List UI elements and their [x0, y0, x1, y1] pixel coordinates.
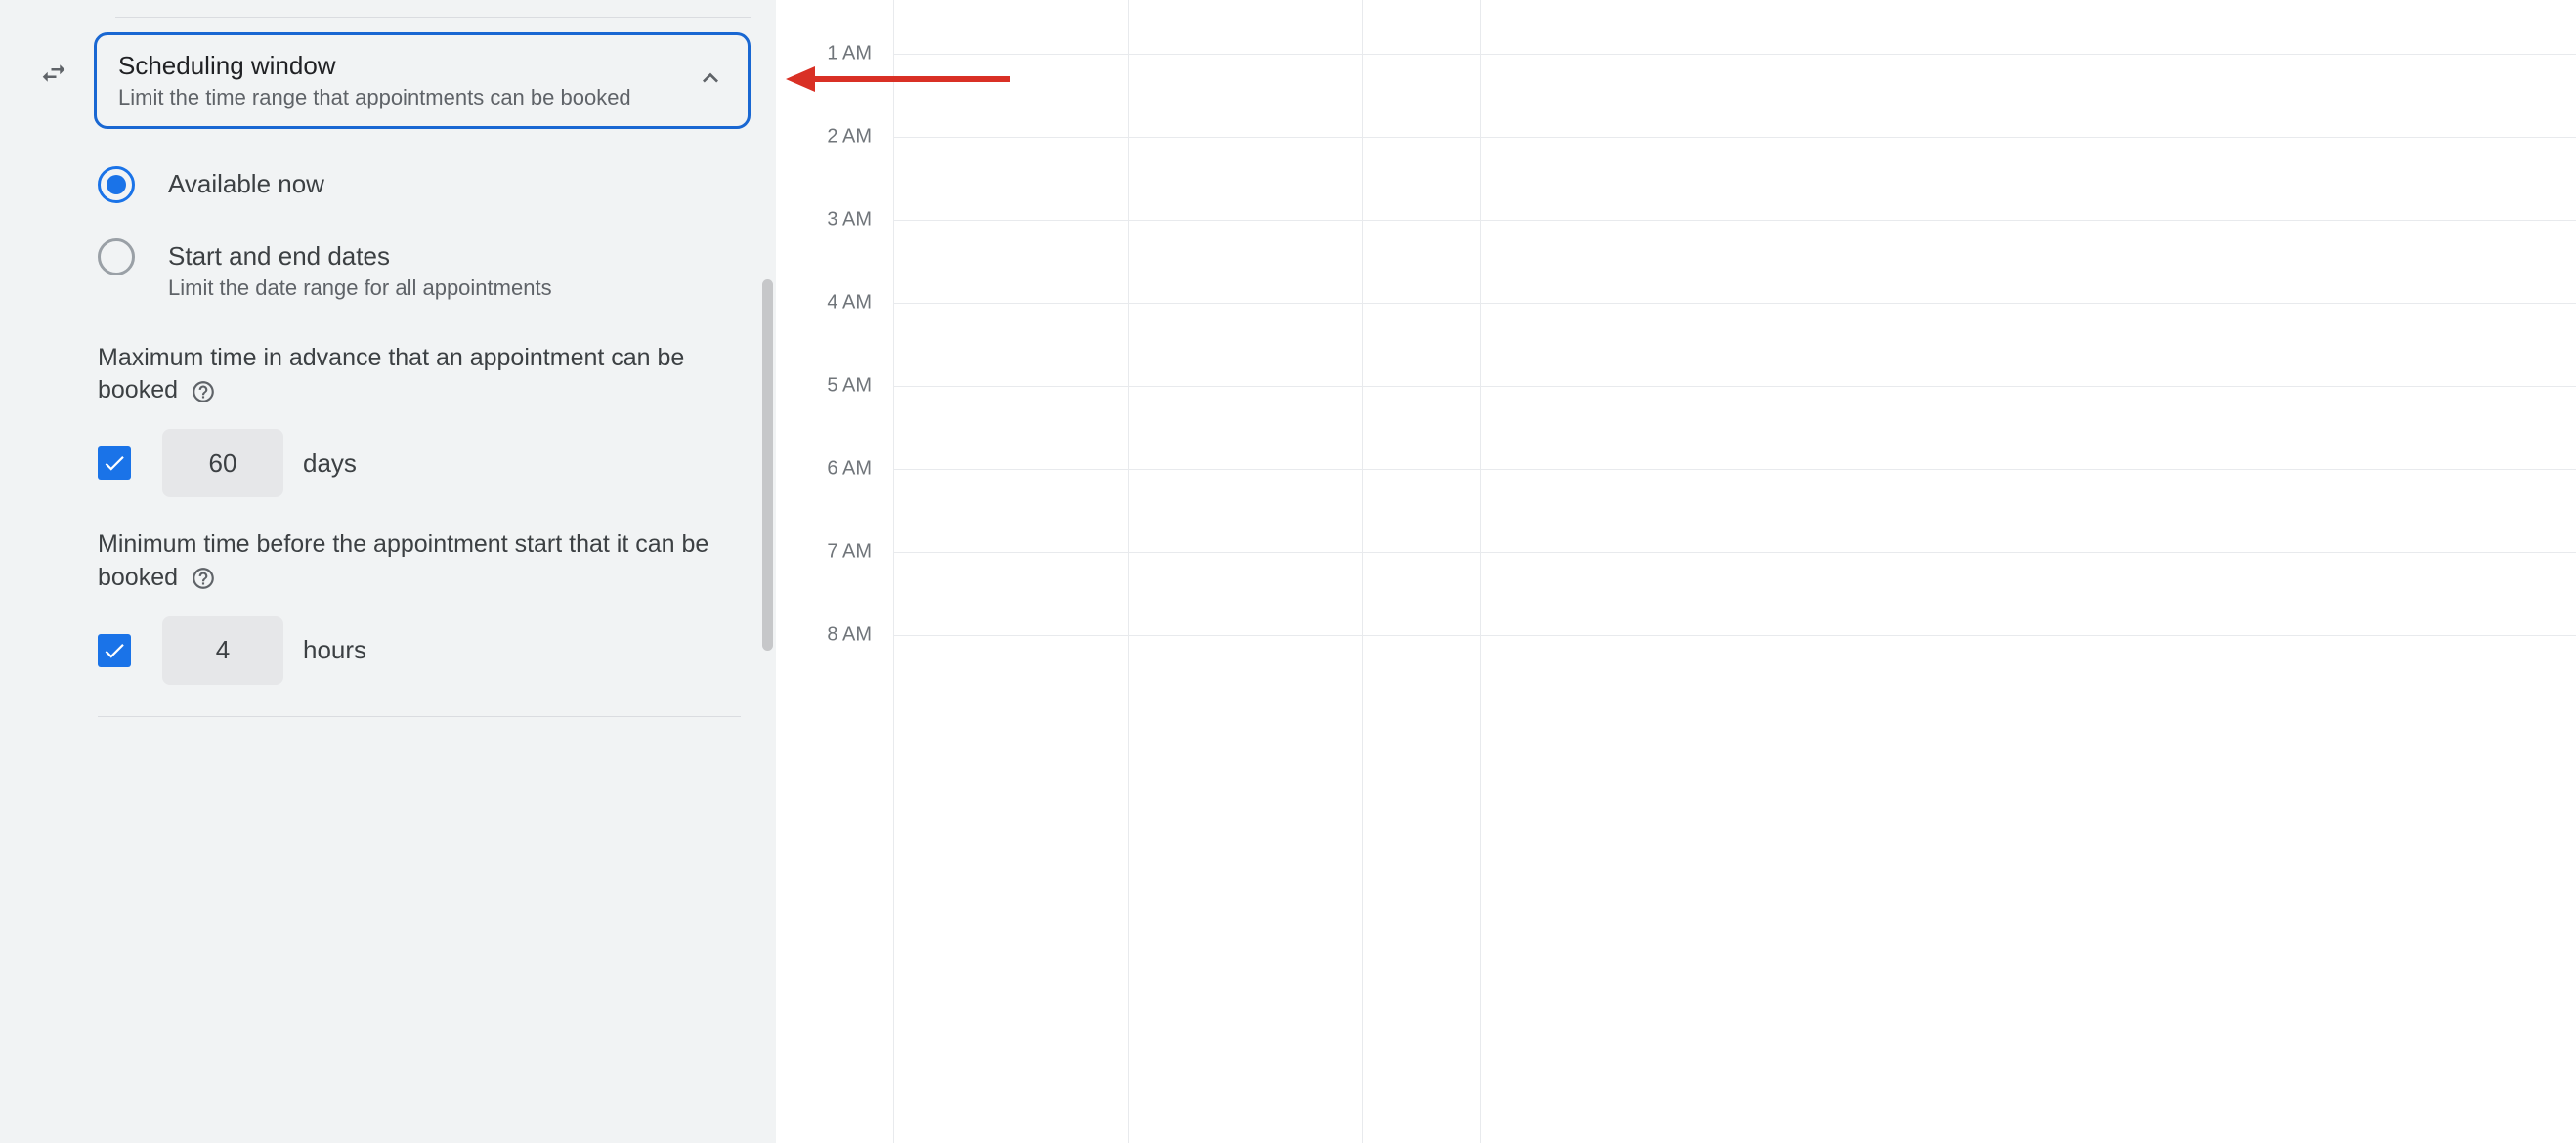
grid-hline — [893, 635, 2576, 636]
grid-vline — [893, 0, 894, 1143]
grid-hline — [893, 469, 2576, 470]
grid-vline — [1362, 0, 1363, 1143]
swap-horiz-icon — [39, 59, 68, 93]
grid-vline — [1480, 0, 1481, 1143]
grid-hline — [893, 386, 2576, 387]
calendar-grid[interactable]: 1 AM 2 AM 3 AM 4 AM 5 AM 6 AM 7 AM 8 AM — [776, 0, 2576, 1143]
time-label: 7 AM — [827, 541, 872, 564]
settings-panel: Scheduling window Limit the time range t… — [0, 0, 776, 1143]
radio-available-now-row[interactable]: Available now — [98, 150, 741, 213]
time-label: 3 AM — [827, 209, 872, 232]
radio-description: Limit the date range for all appointment… — [168, 275, 552, 301]
accordion-title: Scheduling window — [118, 51, 631, 81]
grid-hline — [893, 137, 2576, 138]
time-label: 5 AM — [827, 375, 872, 398]
max-advance-label: Maximum time in advance that an appointm… — [98, 342, 741, 408]
radio-start-end-dates-row[interactable]: Start and end dates Limit the date range… — [98, 223, 741, 311]
grid-vline — [1128, 0, 1129, 1143]
radio-label: Start and end dates — [168, 240, 552, 273]
min-before-checkbox[interactable] — [98, 634, 131, 667]
radio-start-end-dates[interactable] — [98, 238, 135, 275]
min-before-input[interactable] — [162, 616, 283, 685]
time-label: 8 AM — [827, 624, 872, 647]
min-before-label: Minimum time before the appointment star… — [98, 529, 741, 595]
grid-hline — [893, 54, 2576, 55]
radio-available-now[interactable] — [98, 166, 135, 203]
chevron-up-icon — [695, 63, 726, 99]
grid-hline — [893, 552, 2576, 553]
time-label: 1 AM — [827, 43, 872, 65]
max-advance-unit: days — [303, 448, 357, 479]
max-advance-checkbox[interactable] — [98, 446, 131, 480]
min-before-unit: hours — [303, 635, 366, 665]
divider — [115, 17, 751, 18]
radio-label: Available now — [168, 168, 324, 200]
time-label: 2 AM — [827, 126, 872, 148]
help-icon[interactable] — [191, 566, 216, 591]
max-advance-input[interactable] — [162, 429, 283, 497]
divider — [98, 716, 741, 717]
grid-hline — [893, 303, 2576, 304]
grid-hline — [893, 220, 2576, 221]
scrollbar-thumb[interactable] — [762, 279, 773, 651]
time-label: 6 AM — [827, 458, 872, 481]
help-icon[interactable] — [191, 379, 216, 404]
accordion-subtitle: Limit the time range that appointments c… — [118, 85, 631, 110]
scheduling-window-accordion[interactable]: Scheduling window Limit the time range t… — [94, 32, 751, 129]
time-label: 4 AM — [827, 292, 872, 315]
